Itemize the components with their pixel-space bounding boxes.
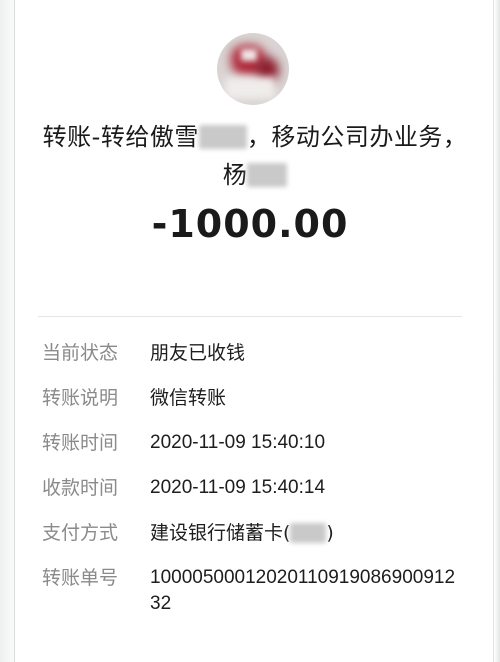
redacted-name-mosaic — [198, 125, 247, 149]
payment-method-prefix: 建设银行储蓄卡( — [150, 522, 291, 544]
detail-label: 支付方式 — [42, 522, 119, 544]
detail-row-payment-method: 支付方式 建设银行储蓄卡() — [42, 520, 472, 546]
transaction-title: 转账-转给傲雪 ，移动公司办业务， 杨 — [30, 118, 480, 194]
redacted-card-mosaic — [290, 523, 327, 543]
redacted-name-mosaic-2 — [247, 163, 288, 187]
detail-value: 朋友已收钱 — [150, 342, 246, 364]
left-edge — [0, 0, 15, 662]
detail-row-receive-time: 收款时间 2020-11-09 15:40:14 — [42, 475, 472, 501]
detail-value: 1000050001202011091908690091232 — [150, 567, 456, 614]
right-edge — [493, 0, 500, 662]
details-list: 当前状态 朋友已收钱 转账说明 微信转账 转账时间 2020-11-09 15:… — [42, 340, 472, 636]
avatar — [217, 33, 289, 105]
title-text-part2: ，移动公司办业务， — [246, 123, 468, 151]
divider — [38, 316, 462, 317]
detail-row-transaction-id: 转账单号 1000050001202011091908690091232 — [42, 565, 472, 617]
detail-row-note: 转账说明 微信转账 — [42, 385, 472, 411]
detail-value: 建设银行储蓄卡() — [150, 520, 334, 546]
detail-label: 转账说明 — [42, 387, 119, 409]
title-text-part1: 转账-转给傲雪 — [42, 123, 199, 151]
title-text-part3: 杨 — [222, 161, 248, 189]
detail-row-transfer-time: 转账时间 2020-11-09 15:40:10 — [42, 430, 472, 456]
detail-label: 收款时间 — [42, 477, 119, 499]
detail-label: 转账单号 — [42, 567, 119, 589]
detail-value: 2020-11-09 15:40:14 — [150, 477, 326, 498]
amount: -1000.00 — [151, 202, 349, 246]
detail-value: 微信转账 — [150, 387, 227, 409]
payment-method-suffix: ) — [326, 522, 334, 544]
detail-value: 2020-11-09 15:40:10 — [150, 432, 326, 453]
detail-label: 转账时间 — [42, 432, 119, 454]
detail-label: 当前状态 — [42, 342, 119, 364]
detail-row-status: 当前状态 朋友已收钱 — [42, 340, 472, 366]
